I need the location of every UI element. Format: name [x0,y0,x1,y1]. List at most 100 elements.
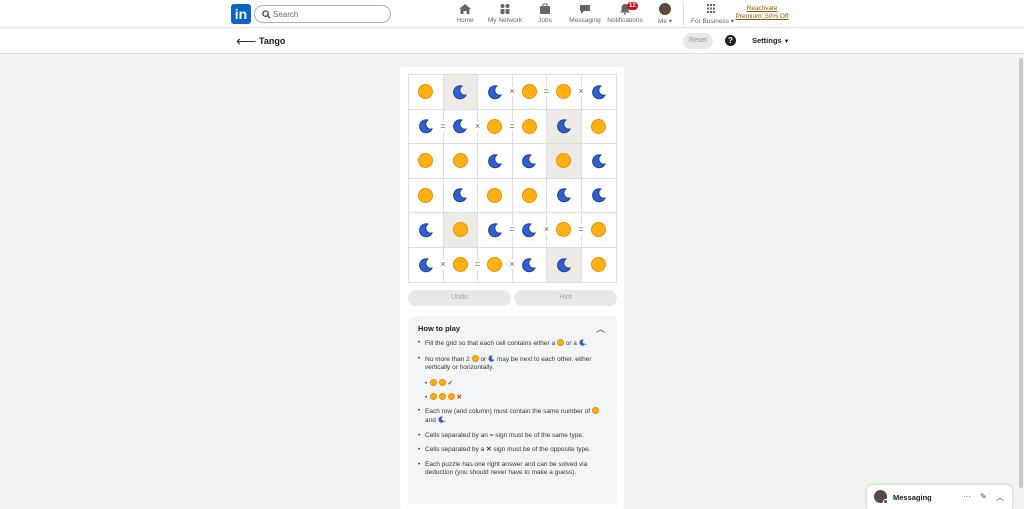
grid-cell[interactable] [581,179,616,213]
sun-icon [556,153,572,169]
nav-me[interactable]: Me ▾ [654,3,676,27]
grid-cell[interactable] [443,178,478,213]
moon-icon [453,84,468,99]
back-arrow-icon[interactable]: ⟵ [236,33,256,50]
grid-cell[interactable] [512,109,547,144]
grid-cell[interactable] [512,144,547,179]
chevron-up-icon[interactable]: ︿ [996,492,1004,503]
grid-cell[interactable] [409,213,444,248]
reset-button[interactable]: Reset [683,33,713,49]
grid-cell[interactable]: = [547,213,586,248]
sun-icon [438,378,446,386]
grid-cell[interactable]: × [409,247,448,282]
nav-notifications[interactable]: 12 Notifications [607,2,643,27]
grid-cell[interactable] [581,75,616,110]
moon-icon [579,339,586,346]
grid-cell[interactable] [582,248,617,283]
nav-divider [683,2,684,26]
grid-cell[interactable] [512,178,547,213]
grid-cell[interactable] [409,144,444,179]
grid-cell[interactable] [409,178,444,213]
grid-cell[interactable] [443,75,478,110]
moon-icon [488,355,495,362]
sun-icon [521,118,537,134]
grid-cell[interactable] [581,213,616,248]
rule-item: Cells separated by an = sign must be of … [418,432,607,441]
grid-cell[interactable]: = [478,213,517,248]
grid-cell[interactable]: × [512,213,551,248]
chevron-up-icon[interactable]: ︿ [596,322,605,335]
sun-icon [438,392,446,400]
moon-icon [556,188,571,203]
sun-icon [591,406,599,414]
grid-cell[interactable] [409,75,444,110]
grid-cell[interactable]: × [478,247,517,282]
scrollbar-thumb[interactable] [1019,58,1023,488]
rule-item: Each row (and column) must contain the s… [418,406,607,426]
top-nav: in Search Home My Network Jobs Messaging… [0,0,1024,28]
moon-icon [591,153,606,168]
nav-home[interactable]: Home [453,3,477,27]
hint-button[interactable]: Hint [514,290,617,306]
cross-sign: × [507,259,517,270]
nav-jobs[interactable]: Jobs [535,3,555,27]
grid-cell[interactable] [547,144,582,179]
linkedin-logo[interactable]: in [231,4,251,24]
nav-my-network[interactable]: My Network [487,3,523,27]
example-valid: ✓ [418,378,607,388]
grid-cell[interactable]: = [478,109,517,144]
grid-cell[interactable] [443,213,478,248]
messaging-icon [580,5,590,14]
grid-cell[interactable] [581,110,616,144]
moon-icon [522,257,537,272]
grid-cell[interactable] [547,178,582,213]
grid-cell[interactable] [581,144,616,179]
messaging-widget[interactable]: Messaging ··· ✎ ︿ [867,485,1012,509]
moon-icon [487,153,502,168]
search-input[interactable]: Search [254,5,391,23]
grid-cell[interactable]: = [409,109,448,144]
grid-cell[interactable]: × [478,75,517,110]
settings-button[interactable]: Settings ▼ [752,36,790,45]
game-header: ⟵ Tango Reset ? Settings ▼ [0,28,1024,54]
grid-cell[interactable] [547,109,582,144]
nav-label: Notifications [607,17,643,24]
nav-label: My Network [487,17,523,24]
sun-icon [430,392,437,400]
grid-cell[interactable]: × [547,75,586,110]
nav-label: Home [456,17,474,24]
grid-cell[interactable] [443,144,478,179]
sun-icon [452,257,468,273]
search-placeholder: Search [273,10,299,19]
grid-cell[interactable] [513,247,547,282]
notification-badge: 12 [627,2,638,10]
moon-icon [418,222,433,237]
moon-icon [591,188,606,203]
grid-cell[interactable] [478,144,513,179]
nav-for-business[interactable]: For Business ▾ [691,3,734,27]
sun-icon [418,84,434,100]
grid-cell[interactable]: = [512,75,551,110]
nav-messaging[interactable]: Messaging [569,3,601,27]
how-to-play-panel: How to play ︿ Fill the grid so that each… [408,316,617,504]
cross-sign: × [438,259,448,270]
scrollbar[interactable] [1018,56,1024,509]
example-invalid: ✕ [418,392,607,402]
compose-icon[interactable]: ✎ [980,492,987,501]
grid-cell[interactable]: = [444,247,482,282]
grid-cell[interactable] [547,247,582,282]
moon-icon [556,119,571,134]
sun-icon [471,354,479,362]
help-icon[interactable]: ? [725,35,736,46]
grid-cell[interactable] [478,178,513,213]
equal-sign: = [542,86,551,97]
sun-icon [556,84,572,100]
more-options-icon[interactable]: ··· [963,492,971,501]
reactivate-premium-link[interactable]: Reactivate Premium: 50% Off [733,5,791,21]
home-icon [459,4,471,14]
moon-icon [418,119,433,134]
grid-cell[interactable]: × [443,109,482,144]
undo-button[interactable]: Undo [408,290,511,306]
equal-sign: = [438,120,448,131]
moon-icon [522,222,537,237]
